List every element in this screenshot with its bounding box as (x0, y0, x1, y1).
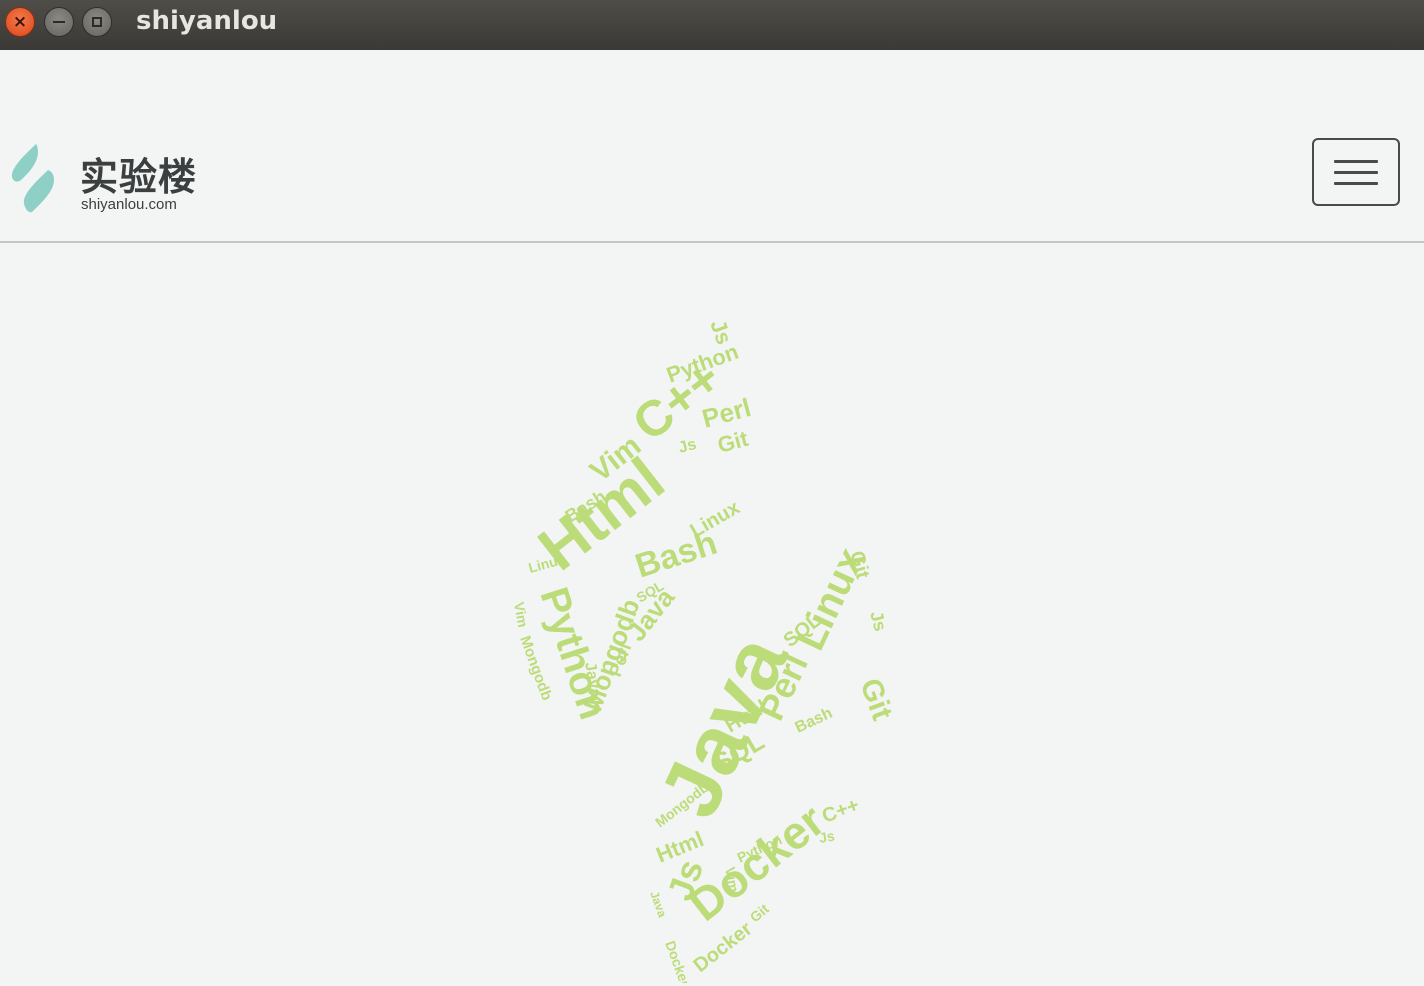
word-docker-2: Docker (690, 918, 757, 977)
brand-url: shiyanlou.com (81, 196, 177, 213)
word-git-big: Git (853, 674, 898, 724)
word-vim-2: Vim (511, 601, 531, 629)
word-cloud-logo: Html C++ Python Bash Vim Perl Git Js Lin… (511, 316, 899, 983)
shiyanlou-logo-icon (11, 144, 54, 213)
word-git-3: Git (747, 900, 772, 925)
window-titlebar: × shiyanlou (0, 0, 1424, 50)
window-title: shiyanlou (136, 6, 278, 36)
word-docker-3: Docker (662, 939, 693, 983)
close-icon: × (12, 12, 28, 32)
word-cplusplus-2: C++ (819, 794, 862, 828)
hero-section: Html C++ Python Bash Vim Perl Git Js Lin… (0, 243, 1424, 986)
word-linux: Linux (687, 497, 744, 543)
window-minimize-button[interactable] (44, 7, 74, 37)
minimize-icon (53, 21, 65, 23)
word-js-3: Js (866, 609, 891, 634)
word-bash-3: Bash (793, 705, 836, 737)
window-close-button[interactable]: × (5, 7, 35, 37)
word-js-2: Js (677, 436, 699, 457)
word-js-4: Js (818, 827, 836, 845)
maximize-icon (92, 17, 102, 27)
site-navbar: 实验楼 shiyanlou.com (0, 50, 1424, 243)
window-maximize-button[interactable] (82, 7, 112, 37)
brand-name: 实验楼 (80, 155, 198, 199)
menu-toggle-button[interactable] (1312, 138, 1400, 206)
word-git: Git (715, 426, 752, 458)
